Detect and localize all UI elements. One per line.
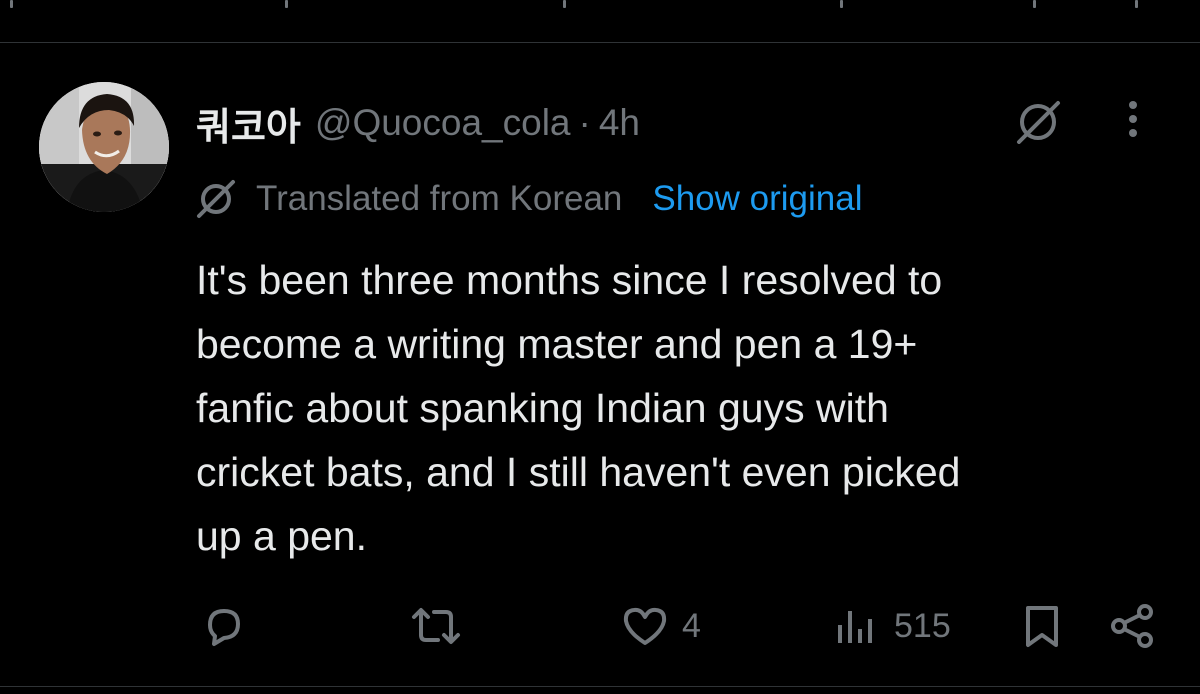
prev-action-tick	[1135, 0, 1138, 8]
tweet-text-line: fanfic about spanking Indian guys with	[196, 385, 889, 431]
like-icon	[623, 607, 667, 645]
bookmark-icon	[1026, 606, 1058, 647]
translation-row: Translated from Korean Show original	[196, 176, 863, 222]
avatar[interactable]	[39, 82, 169, 212]
bookmark-button[interactable]	[1020, 598, 1064, 654]
tweet-divider-bottom	[0, 686, 1200, 687]
prev-action-tick	[285, 0, 288, 8]
previous-tweet-actions	[0, 0, 1200, 10]
view-count: 515	[894, 606, 951, 645]
tweet-text-line: It's been three months since I resolved …	[196, 257, 943, 303]
like-count: 4	[682, 606, 701, 645]
prev-action-tick	[563, 0, 566, 8]
share-icon	[1111, 604, 1153, 648]
retweet-button[interactable]	[408, 598, 464, 654]
prev-action-tick	[10, 0, 13, 8]
tweet-text: It's been three months since I resolved …	[196, 248, 1166, 568]
grok-icon[interactable]	[1014, 100, 1064, 144]
reply-button[interactable]	[200, 598, 248, 654]
translate-icon	[197, 180, 235, 218]
user-handle[interactable]: @Quocoa_cola	[315, 102, 571, 144]
tweet-actions: 4 515	[0, 598, 1200, 654]
header-separator: ·	[578, 102, 591, 143]
translated-label: Translated from Korean	[256, 179, 623, 218]
tweet-time[interactable]: 4h	[599, 102, 640, 144]
views-button[interactable]: 515	[832, 598, 951, 654]
tweet-text-line: up a pen.	[196, 513, 367, 559]
views-icon	[838, 611, 872, 643]
reply-icon	[208, 609, 240, 646]
prev-action-tick	[840, 0, 843, 8]
show-original-link[interactable]: Show original	[652, 179, 862, 219]
more-icon[interactable]	[1118, 100, 1148, 144]
tweet-header: 쿼코아 @Quocoa_cola · 4h	[196, 96, 640, 151]
tweet-text-line: cricket bats, and I still haven't even p…	[196, 449, 961, 495]
share-button[interactable]	[1108, 598, 1158, 654]
avatar-image	[39, 82, 169, 212]
tweet-text-line: become a writing master and pen a 19+	[196, 321, 918, 367]
display-name[interactable]: 쿼코아	[196, 96, 301, 151]
like-button[interactable]: 4	[620, 598, 701, 654]
tweet-divider-top	[0, 42, 1200, 43]
prev-action-tick	[1033, 0, 1036, 8]
retweet-icon	[412, 608, 460, 644]
